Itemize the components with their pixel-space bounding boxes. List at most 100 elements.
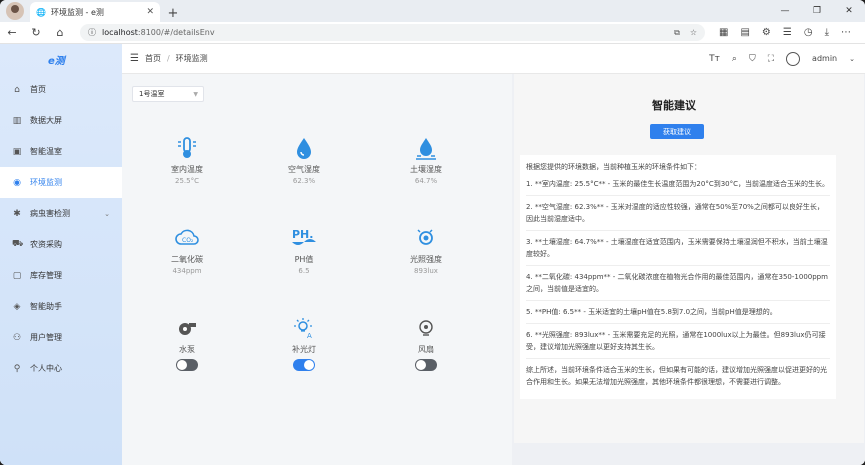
url-field[interactable]: ⓘ localhost:8100/#/detailsEnv ⧉ ☆	[80, 24, 705, 41]
home-browser-icon[interactable]: ⌂	[48, 26, 72, 39]
sidebar-item-label: 首页	[30, 85, 46, 94]
browser-tab[interactable]: 🌐 环境监测 - e测 ✕	[30, 2, 160, 22]
device-grow-light: A 补光灯	[264, 314, 344, 371]
window-controls: — ❐ ✕	[769, 0, 865, 22]
font-size-icon[interactable]: Tт	[709, 54, 720, 64]
extensions-icon[interactable]: ⚙	[762, 27, 771, 38]
sidebar-item-profile[interactable]: ⚲ 个人中心	[0, 353, 122, 384]
device-label: 补光灯	[292, 345, 316, 354]
light-sensor-icon	[386, 224, 466, 252]
sensor-ph: PH. PH值 6.5	[264, 224, 344, 275]
advice-intro: 根据您提供的环境数据，当前种植玉米的环境条件如下：	[526, 163, 701, 171]
reload-icon[interactable]: ↻	[24, 26, 48, 39]
minimize-icon[interactable]: —	[769, 0, 801, 22]
greenhouse-icon: ▣	[12, 146, 22, 157]
sensor-label: 二氧化碳	[171, 255, 203, 264]
app: e测 ⌂ 首页 ▥ 数据大屏 ▣ 智能温室 ◉ 环境监测 ✱ 病虫害检测 ⌄ ⛟ 农资采购 ▢…	[0, 44, 865, 465]
tab-title: 环境监测 - e测	[50, 7, 104, 17]
chevron-down-icon[interactable]: ⌄	[849, 55, 855, 63]
url-path: :8100/#/detailsEnv	[137, 28, 215, 37]
sidebar-item-pest-detection[interactable]: ✱ 病虫害检测 ⌄	[0, 198, 122, 229]
sidebar-item-home[interactable]: ⌂ 首页	[0, 74, 122, 105]
bug-icon: ✱	[13, 208, 21, 219]
device-water-pump: 水泵	[147, 314, 227, 371]
sidebar: e测 ⌂ 首页 ▥ 数据大屏 ▣ 智能温室 ◉ 环境监测 ✱ 病虫害检测 ⌄ ⛟ 农资采购 ▢…	[0, 44, 122, 465]
device-fan: 风扇	[386, 314, 466, 371]
search-icon[interactable]: ⌕	[732, 54, 737, 64]
sensor-value: 25.5°C	[175, 177, 199, 185]
chart-icon: ▥	[12, 115, 22, 126]
users-icon: ⚇	[12, 332, 22, 343]
grow-light-toggle[interactable]	[293, 359, 315, 371]
sidebar-item-users[interactable]: ⚇ 用户管理	[0, 322, 122, 353]
sidebar-item-label: 用户管理	[30, 333, 62, 342]
sensor-indoor-temp: 室内温度 25.5°C	[147, 134, 227, 185]
grow-light-icon: A	[264, 314, 344, 342]
back-icon[interactable]: ←	[0, 26, 24, 39]
advice-summary: 综上所述，当前环境条件适合玉米的生长，但如果有可能的话，建议增加光照强度以促进更…	[526, 366, 827, 386]
sensor-air-humidity: 空气湿度 62.3%	[264, 134, 344, 185]
sensor-value: 893lux	[414, 267, 438, 275]
breadcrumb-home[interactable]: 首页	[145, 53, 161, 64]
sensor-label: 光照强度	[410, 255, 442, 264]
translate-icon[interactable]: ⧉	[674, 28, 680, 38]
breadcrumb-separator: /	[166, 54, 170, 63]
username[interactable]: admin	[812, 54, 837, 63]
chevron-down-icon: ▼	[193, 90, 198, 98]
get-advice-button[interactable]: 获取建议	[650, 124, 704, 139]
sensor-label: PH值	[294, 255, 314, 264]
sensor-value: 64.7%	[414, 177, 438, 185]
advice-item: 5. **PH值: 6.5** - 玉米适宜的土壤pH值在5.8到7.0之间，当…	[526, 308, 777, 316]
soil-drop-icon	[386, 134, 466, 162]
sidebar-item-dashboard[interactable]: ▥ 数据大屏	[0, 105, 122, 136]
advice-panel: 智能建议 获取建议 根据您提供的环境数据，当前种植玉米的环境条件如下： 1. *…	[514, 74, 864, 443]
maximize-icon[interactable]: ❐	[801, 0, 833, 22]
info-icon: ⓘ	[88, 28, 96, 37]
browser-toolbar: ▦ ▤ ⚙ ☰ ◷ ⤓ ⋯	[719, 27, 851, 38]
assistant-icon: ◈	[13, 301, 21, 312]
thermometer-icon	[147, 134, 227, 162]
sidebar-item-env-monitor[interactable]: ◉ 环境监测	[0, 167, 122, 198]
advice-text: 根据您提供的环境数据，当前种植玉米的环境条件如下： 1. **室内温度: 25.…	[520, 155, 836, 399]
advice-title: 智能建议	[652, 99, 696, 112]
sidebar-item-assistant[interactable]: ◈ 智能助手	[0, 291, 122, 322]
water-pump-toggle[interactable]	[176, 359, 198, 371]
sidebar-item-inventory[interactable]: ▢ 库存管理	[0, 260, 122, 291]
app-logo: e测	[48, 55, 65, 67]
sidebar-item-label: 病虫害检测	[30, 209, 70, 218]
profile-avatar[interactable]	[6, 2, 24, 20]
greenhouse-select[interactable]: 1号温室 ▼	[132, 86, 204, 102]
sidebar-item-label: 智能温室	[30, 147, 62, 156]
fan-toggle[interactable]	[415, 359, 437, 371]
sidebar-item-label: 数据大屏	[30, 116, 62, 125]
address-bar: ← ↻ ⌂ ⓘ localhost:8100/#/detailsEnv ⧉ ☆ …	[0, 22, 865, 44]
advice-item: 6. **光照强度: 893lux** - 玉米需要充足的光照，通常在1000l…	[526, 331, 826, 351]
sensor-label: 土壤湿度	[410, 165, 442, 174]
new-tab-button[interactable]: +	[164, 4, 182, 22]
close-tab-icon[interactable]: ✕	[146, 7, 154, 17]
sensor-label: 室内温度	[171, 165, 203, 174]
advice-item: 3. **土壤湿度: 64.7%** - 土壤湿度在适宜范围内，玉米需要保持土壤…	[526, 238, 828, 258]
favorite-star-icon[interactable]: ☆	[690, 28, 697, 38]
avatar-icon[interactable]	[786, 51, 801, 66]
favorites-icon[interactable]: ☰	[783, 27, 792, 38]
close-window-icon[interactable]: ✕	[833, 0, 865, 22]
reading-icon[interactable]: ▤	[740, 27, 749, 38]
globe-icon: 🌐	[36, 7, 46, 17]
more-icon[interactable]: ⋯	[841, 27, 851, 38]
main-content: ☰ 首页 / 环境监测 Tт ⌕ ⛉ ⛶ admin ⌄ 1号温室 ▼ 室内温度…	[122, 44, 865, 465]
co2-icon: CO₂	[147, 224, 227, 252]
menu-toggle-icon[interactable]: ☰	[130, 53, 139, 64]
sensor-value: 434ppm	[172, 267, 202, 275]
theme-shirt-icon[interactable]: ⛉	[749, 54, 756, 64]
history-icon[interactable]: ◷	[804, 27, 813, 38]
sidebar-item-greenhouse[interactable]: ▣ 智能温室	[0, 136, 122, 167]
split-screen-icon[interactable]: ▦	[719, 27, 728, 38]
fullscreen-icon[interactable]: ⛶	[768, 54, 774, 64]
breadcrumb-current: 环境监测	[175, 54, 208, 63]
download-icon[interactable]: ⤓	[825, 27, 829, 38]
home-icon: ⌂	[14, 84, 20, 95]
sensor-light: 光照强度 893lux	[386, 224, 466, 275]
sidebar-item-purchase[interactable]: ⛟ 农资采购	[0, 229, 122, 260]
sensor-label: 空气湿度	[288, 165, 320, 174]
